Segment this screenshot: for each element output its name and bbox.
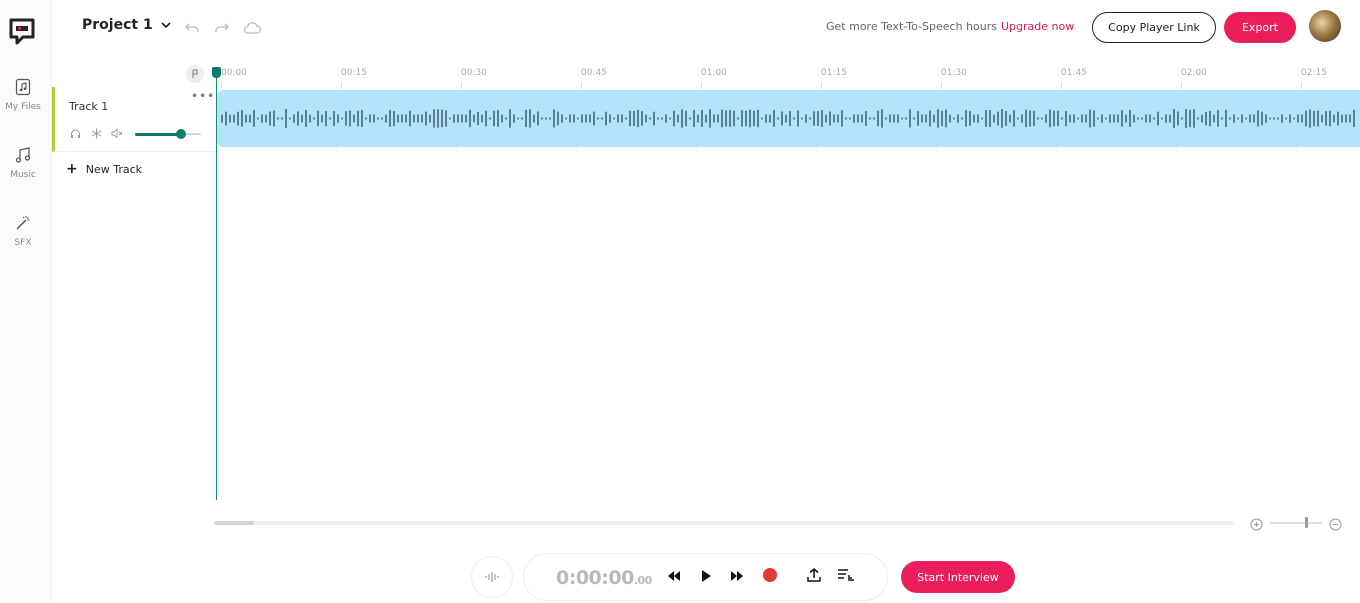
playhead-line bbox=[216, 70, 217, 500]
track-name: Track 1 bbox=[69, 100, 109, 113]
tts-promo: Get more Text-To-Speech hours Upgrade now bbox=[826, 20, 1074, 33]
fast-forward-button[interactable] bbox=[728, 568, 746, 586]
scrollbar-thumb[interactable] bbox=[214, 521, 254, 525]
time-main: 0:00:00 bbox=[556, 567, 634, 589]
sidebar-item-sfx[interactable]: SFX bbox=[0, 210, 46, 248]
avatar[interactable] bbox=[1309, 10, 1341, 42]
voice-mode-button[interactable] bbox=[471, 556, 513, 598]
more-options-icon[interactable]: ••• bbox=[191, 89, 215, 103]
audio-waveform bbox=[221, 109, 1355, 128]
plus-icon: + bbox=[66, 161, 78, 177]
play-button[interactable] bbox=[697, 568, 715, 586]
cloud-sync-icon[interactable] bbox=[242, 18, 262, 38]
sidebar-item-my-files[interactable]: My Files bbox=[0, 74, 46, 112]
redo-icon[interactable] bbox=[212, 18, 232, 38]
zoom-out-icon[interactable] bbox=[1329, 516, 1342, 531]
undo-icon[interactable] bbox=[182, 18, 202, 38]
playhead-handle[interactable] bbox=[212, 67, 221, 78]
chevron-down-icon bbox=[161, 17, 171, 33]
time-fraction: .00 bbox=[633, 574, 653, 587]
audio-settings-icon bbox=[837, 567, 855, 587]
track-controls bbox=[69, 127, 123, 139]
rewind-button[interactable] bbox=[665, 568, 683, 586]
timeline-tick: 00:45 bbox=[581, 68, 607, 88]
new-track-button[interactable]: + New Track bbox=[66, 161, 142, 177]
zoom-in-icon[interactable] bbox=[1250, 516, 1263, 531]
timeline-tick: 01:00 bbox=[701, 68, 727, 88]
zoom-control bbox=[1250, 515, 1345, 531]
zoom-slider[interactable] bbox=[1270, 522, 1322, 524]
timeline-tick: 02:15 bbox=[1301, 68, 1327, 88]
timeline-tick: 01:30 bbox=[941, 68, 967, 88]
new-track-label: New Track bbox=[85, 162, 143, 176]
history-toolbar bbox=[182, 18, 262, 38]
timeline-tick: 00:30 bbox=[461, 68, 487, 88]
time-display: 0:00:00.00 bbox=[556, 567, 652, 589]
sidebar-item-label: Music bbox=[10, 170, 36, 180]
tts-promo-text: Get more Text-To-Speech hours bbox=[826, 20, 997, 33]
play-icon bbox=[700, 568, 712, 587]
rewind-icon bbox=[666, 568, 682, 587]
volume-slider-handle[interactable] bbox=[176, 129, 187, 139]
record-icon bbox=[762, 567, 778, 587]
audio-settings-button[interactable] bbox=[837, 568, 855, 586]
upgrade-now-link[interactable]: Upgrade now bbox=[1001, 20, 1074, 33]
snap-to-playhead-icon[interactable] bbox=[186, 65, 204, 83]
music-note-icon bbox=[10, 142, 36, 168]
start-interview-button[interactable]: Start Interview bbox=[901, 561, 1015, 593]
magic-wand-icon bbox=[10, 210, 36, 236]
project-title: Project 1 bbox=[82, 17, 153, 33]
mute-icon[interactable] bbox=[111, 127, 123, 139]
zoom-slider-handle[interactable] bbox=[1305, 517, 1308, 528]
sidebar-item-music[interactable]: Music bbox=[0, 142, 46, 180]
upload-icon bbox=[806, 567, 822, 587]
project-title-dropdown[interactable]: Project 1 bbox=[82, 17, 171, 33]
record-button[interactable] bbox=[761, 568, 779, 586]
track-header[interactable]: Track 1 ••• bbox=[52, 87, 216, 152]
timeline-tick: 02:00 bbox=[1181, 68, 1207, 88]
export-button[interactable]: Export bbox=[1224, 12, 1296, 43]
timeline-ruler[interactable]: 00:00 00:15 00:30 00:45 01:00 01:15 01:30 01:45… bbox=[216, 62, 1360, 88]
timeline-tick: 01:45 bbox=[1061, 68, 1087, 88]
sidebar-item-label: My Files bbox=[5, 102, 41, 112]
sidebar-item-label: SFX bbox=[14, 238, 32, 248]
audio-clip[interactable] bbox=[217, 90, 1360, 147]
waveform-icon bbox=[484, 568, 500, 587]
volume-slider[interactable] bbox=[135, 129, 201, 139]
upload-button[interactable] bbox=[805, 568, 823, 586]
fast-forward-icon bbox=[729, 568, 745, 587]
headphones-icon[interactable] bbox=[69, 127, 81, 139]
timeline-scrollbar[interactable] bbox=[214, 521, 1234, 525]
timeline-tick: 00:15 bbox=[341, 68, 367, 88]
left-sidebar: My Files Music SFX bbox=[0, 0, 52, 603]
snowflake-icon[interactable] bbox=[90, 127, 102, 139]
volume-slider-fill bbox=[135, 133, 182, 136]
timeline-tick: 01:15 bbox=[821, 68, 847, 88]
music-file-icon bbox=[10, 74, 36, 100]
copy-player-link-button[interactable]: Copy Player Link bbox=[1092, 12, 1216, 43]
transport-bar: 0:00:00.00 bbox=[523, 553, 888, 601]
app-logo-icon[interactable] bbox=[9, 18, 35, 46]
timeline-tick: 00:00 bbox=[221, 68, 247, 88]
